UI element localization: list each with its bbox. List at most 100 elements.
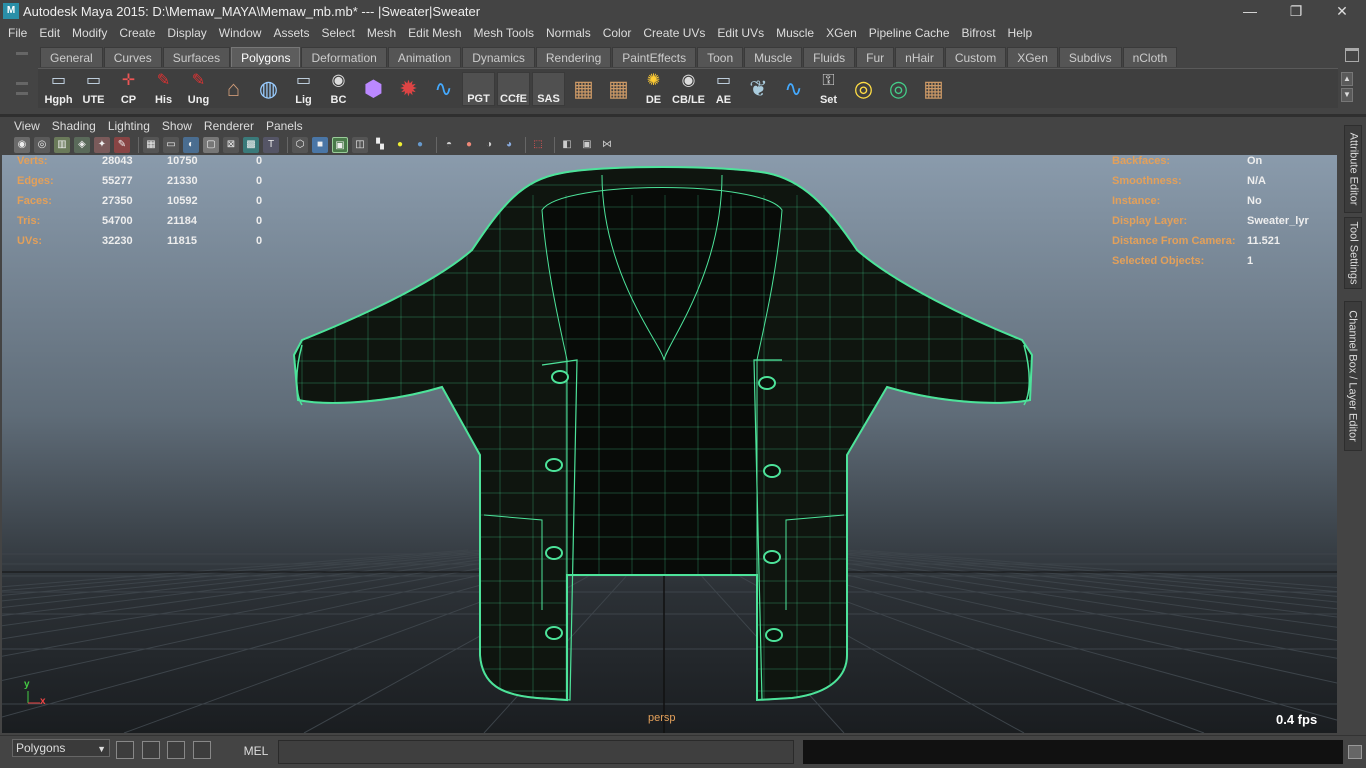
menu-normals[interactable]: Normals bbox=[540, 26, 597, 40]
image-plane-icon[interactable]: ◈ bbox=[74, 137, 90, 153]
shelf-tab-custom[interactable]: Custom bbox=[944, 47, 1007, 67]
textured-icon[interactable]: ▚ bbox=[372, 137, 388, 153]
wireframe-on-shaded-icon[interactable]: ▣ bbox=[332, 137, 348, 153]
camera-attributes-icon[interactable]: ◎ bbox=[34, 137, 50, 153]
shelf-button-brush-5[interactable]: ⌂ bbox=[217, 72, 250, 106]
shelf-tab-dynamics[interactable]: Dynamics bbox=[462, 47, 535, 67]
shelf-tab-subdivs[interactable]: Subdivs bbox=[1058, 47, 1122, 67]
menu-create-uvs[interactable]: Create UVs bbox=[637, 26, 711, 40]
menu-select[interactable]: Select bbox=[315, 26, 360, 40]
select-camera-icon[interactable]: ◉ bbox=[14, 137, 30, 153]
shelf-tab-fur[interactable]: Fur bbox=[856, 47, 895, 67]
shelf-button-set-22[interactable]: ⚿ Set bbox=[812, 72, 845, 106]
minimize-button[interactable]: — bbox=[1227, 0, 1273, 22]
menu-modify[interactable]: Modify bbox=[66, 26, 113, 40]
shelf-button-pgt-12[interactable]: PGT bbox=[462, 71, 495, 106]
scroll-up-icon[interactable]: ▲ bbox=[1341, 72, 1353, 86]
shelf-button-cube-frame-9[interactable]: ⬢ bbox=[357, 72, 390, 106]
menu-pipeline-cache[interactable]: Pipeline Cache bbox=[863, 26, 956, 40]
shelf-button-bc-8[interactable]: ◉ BC bbox=[322, 72, 355, 106]
menu-edit-uvs[interactable]: Edit UVs bbox=[711, 26, 770, 40]
menu-assets[interactable]: Assets bbox=[267, 26, 315, 40]
menu-muscle[interactable]: Muscle bbox=[770, 26, 820, 40]
grid-icon[interactable]: ▦ bbox=[143, 137, 159, 153]
use-all-lights-icon[interactable]: ● bbox=[392, 137, 408, 153]
menu-set-dropdown[interactable]: Polygons ▼ bbox=[12, 739, 110, 757]
perspective-viewport[interactable]: Verts: 28043 10750 0 Edges: 55277 21330 0 Faces:… bbox=[2, 155, 1337, 733]
shelf-button-color-target-24[interactable]: ◎ bbox=[882, 72, 915, 106]
menu-file[interactable]: File bbox=[2, 26, 33, 40]
shelf-scroll[interactable]: ▲ ▼ bbox=[1341, 72, 1355, 106]
grease-pencil-icon[interactable]: ✎ bbox=[114, 137, 130, 153]
shelf-button-curve-11[interactable]: ∿ bbox=[427, 72, 460, 106]
shelf-tab-muscle[interactable]: Muscle bbox=[744, 47, 803, 67]
2d-pan-zoom-icon[interactable]: ✦ bbox=[94, 137, 110, 153]
gate-mask-icon[interactable]: ▢ bbox=[203, 137, 219, 153]
menu-create[interactable]: Create bbox=[113, 26, 161, 40]
shelf-tab-nhair[interactable]: nHair bbox=[895, 47, 944, 67]
isolate-select-icon[interactable]: ⬚ bbox=[530, 137, 546, 153]
panel-menu-shading[interactable]: Shading bbox=[46, 119, 102, 133]
outliner-icon[interactable] bbox=[167, 741, 185, 759]
shelf-tab-animation[interactable]: Animation bbox=[387, 47, 462, 67]
xray-active-icon[interactable]: ▣ bbox=[579, 137, 595, 153]
wireframe-icon[interactable]: ⬡ bbox=[292, 137, 308, 153]
shelf-button-target-23[interactable]: ◎ bbox=[847, 72, 880, 106]
tab-tool-settings[interactable]: Tool Settings bbox=[1344, 217, 1362, 289]
shelf-tab-fluids[interactable]: Fluids bbox=[803, 47, 856, 67]
shelf-button-shell-20[interactable]: ❦ bbox=[742, 72, 775, 106]
shelf-tab-general[interactable]: General bbox=[40, 47, 103, 67]
xray-icon[interactable]: ◫ bbox=[352, 137, 368, 153]
shelf-button-uv-16[interactable]: ▦ bbox=[602, 72, 635, 106]
restore-button[interactable]: ❐ bbox=[1273, 0, 1319, 22]
shelf-button-his-3[interactable]: ✎ His bbox=[147, 72, 180, 106]
menu-window[interactable]: Window bbox=[213, 26, 268, 40]
screen-space-ao-icon[interactable]: ◓ bbox=[441, 137, 457, 153]
menu-display[interactable]: Display bbox=[161, 26, 212, 40]
safe-title-icon[interactable]: T bbox=[263, 137, 279, 153]
menu-bifrost[interactable]: Bifrost bbox=[956, 26, 1002, 40]
film-gate-icon[interactable]: ▭ bbox=[163, 137, 179, 153]
panel-menu-view[interactable]: View bbox=[8, 119, 46, 133]
script-editor-button[interactable] bbox=[1348, 745, 1362, 759]
shelf-button-ae-19[interactable]: ▭ AE bbox=[707, 72, 740, 106]
panel-menu-renderer[interactable]: Renderer bbox=[198, 119, 260, 133]
snap-together-icon[interactable] bbox=[116, 741, 134, 759]
field-chart-icon[interactable]: ⊠ bbox=[223, 137, 239, 153]
shelf-button-curve-21[interactable]: ∿ bbox=[777, 72, 810, 106]
menu-edit[interactable]: Edit bbox=[33, 26, 66, 40]
shelf-button-lig-7[interactable]: ▭ Lig bbox=[287, 72, 320, 106]
shelf-tab-xgen[interactable]: XGen bbox=[1007, 47, 1058, 67]
shelf-button-cp-2[interactable]: ✛ CP bbox=[112, 72, 145, 106]
depth-of-field-icon[interactable]: ◕ bbox=[501, 137, 517, 153]
command-history-icon[interactable] bbox=[142, 741, 160, 759]
share-icon[interactable]: ⋈ bbox=[599, 137, 615, 153]
shelf-button-globe-search-6[interactable]: ◍ bbox=[252, 72, 285, 106]
shelf-button-ute-1[interactable]: ▭ UTE bbox=[77, 72, 110, 106]
shelf-tab-rendering[interactable]: Rendering bbox=[535, 47, 612, 67]
shelf-button-ung-4[interactable]: ✎ Ung bbox=[182, 72, 215, 106]
shelf-tab-ncloth[interactable]: nCloth bbox=[1122, 47, 1178, 67]
shelf-button-ccfe-13[interactable]: CCfE bbox=[497, 71, 530, 106]
shelf-tab-deformation[interactable]: Deformation bbox=[301, 47, 387, 67]
panel-menu-show[interactable]: Show bbox=[156, 119, 198, 133]
shelf-button-cb-le-18[interactable]: ◉ CB/LE bbox=[672, 72, 705, 106]
script-editor-icon[interactable] bbox=[193, 741, 211, 759]
bookmarks-icon[interactable]: ▥ bbox=[54, 137, 70, 153]
safe-action-icon[interactable]: ▩ bbox=[243, 137, 259, 153]
panel-menu-lighting[interactable]: Lighting bbox=[102, 119, 156, 133]
shelf-button-camera-10[interactable]: ✹ bbox=[392, 72, 425, 106]
menu-color[interactable]: Color bbox=[597, 26, 638, 40]
shelf-button-uv-15[interactable]: ▦ bbox=[567, 72, 600, 106]
anti-aliasing-icon[interactable]: ◑ bbox=[481, 137, 497, 153]
tab-attribute-editor[interactable]: Attribute Editor bbox=[1344, 125, 1362, 213]
shelf-button-de-17[interactable]: ✺ DE bbox=[637, 72, 670, 106]
menu-edit-mesh[interactable]: Edit Mesh bbox=[402, 26, 467, 40]
menu-mesh-tools[interactable]: Mesh Tools bbox=[468, 26, 540, 40]
shelf-tab-painteffects[interactable]: PaintEffects bbox=[612, 47, 697, 67]
mel-command-input[interactable] bbox=[278, 740, 794, 764]
smooth-shade-icon[interactable]: ■ bbox=[312, 137, 328, 153]
motion-blur-icon[interactable]: ● bbox=[461, 137, 477, 153]
shelf-tab-polygons[interactable]: Polygons bbox=[231, 47, 301, 67]
scroll-down-icon[interactable]: ▼ bbox=[1341, 88, 1353, 102]
